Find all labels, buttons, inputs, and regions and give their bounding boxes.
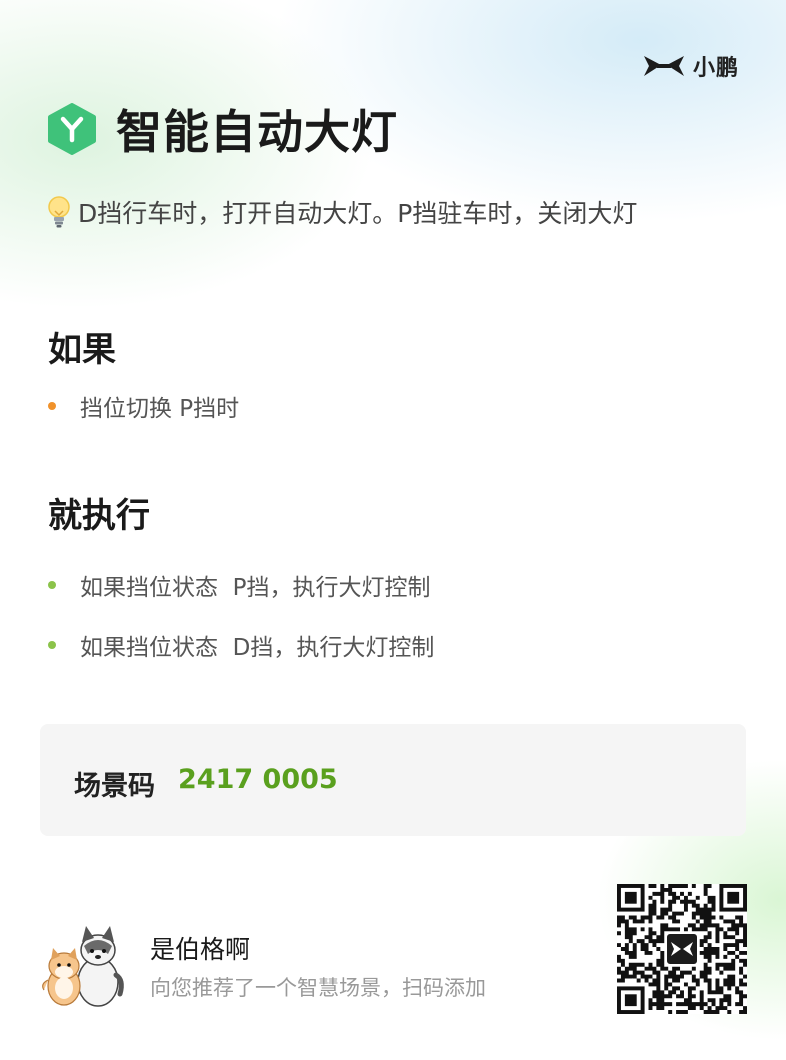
qr-finder-pattern — [617, 986, 645, 1014]
scene-description: D挡行车时，打开自动大灯。P挡驻车时，关闭大灯 — [46, 194, 637, 230]
action-item-text: 如果挡位状态 P挡，执行大灯控制 — [80, 575, 431, 601]
conditions-heading: 如果 — [48, 330, 116, 370]
scene-code-value: 2417 0005 — [178, 764, 338, 795]
sharer-name: 是伯格啊 — [150, 935, 251, 964]
scene-description-text: D挡行车时，打开自动大灯。P挡驻车时，关闭大灯 — [78, 199, 638, 228]
scene-code-label: 场景码 — [74, 771, 155, 802]
scene-y-icon — [48, 103, 96, 155]
qr-finder-pattern — [719, 884, 747, 912]
brand-name: 小鹏 — [693, 56, 740, 81]
condition-item-text: 挡位切换 P挡时 — [80, 396, 240, 422]
qr-finder-pattern — [617, 884, 645, 912]
scene-title: 智能自动大灯 — [116, 105, 398, 159]
bullet-dot — [48, 402, 56, 410]
sharer-message: 向您推荐了一个智慧场景，扫码添加 — [150, 976, 486, 1000]
scene-header: 智能自动大灯 — [48, 96, 398, 162]
action-item: 如果挡位状态 P挡，执行大灯控制 — [48, 568, 431, 602]
qr-code-icon — [617, 884, 747, 1014]
action-item: 如果挡位状态 D挡，执行大灯控制 — [48, 628, 434, 662]
condition-item: 挡位切换 P挡时 — [48, 389, 239, 423]
bullet-dot — [48, 581, 56, 589]
xpeng-logo-icon — [644, 56, 684, 76]
qr-code[interactable] — [617, 884, 747, 1014]
brand: 小鹏 — [643, 50, 739, 82]
qr-center-logo — [665, 932, 699, 966]
scene-code-card: 场景码 2417 0005 — [40, 724, 746, 836]
actions-heading: 就执行 — [48, 496, 150, 536]
action-item-text: 如果挡位状态 D挡，执行大灯控制 — [80, 635, 435, 661]
lightbulb-icon — [48, 196, 70, 228]
cat-dog-avatar-icon — [42, 926, 124, 1007]
bullet-dot — [48, 641, 56, 649]
